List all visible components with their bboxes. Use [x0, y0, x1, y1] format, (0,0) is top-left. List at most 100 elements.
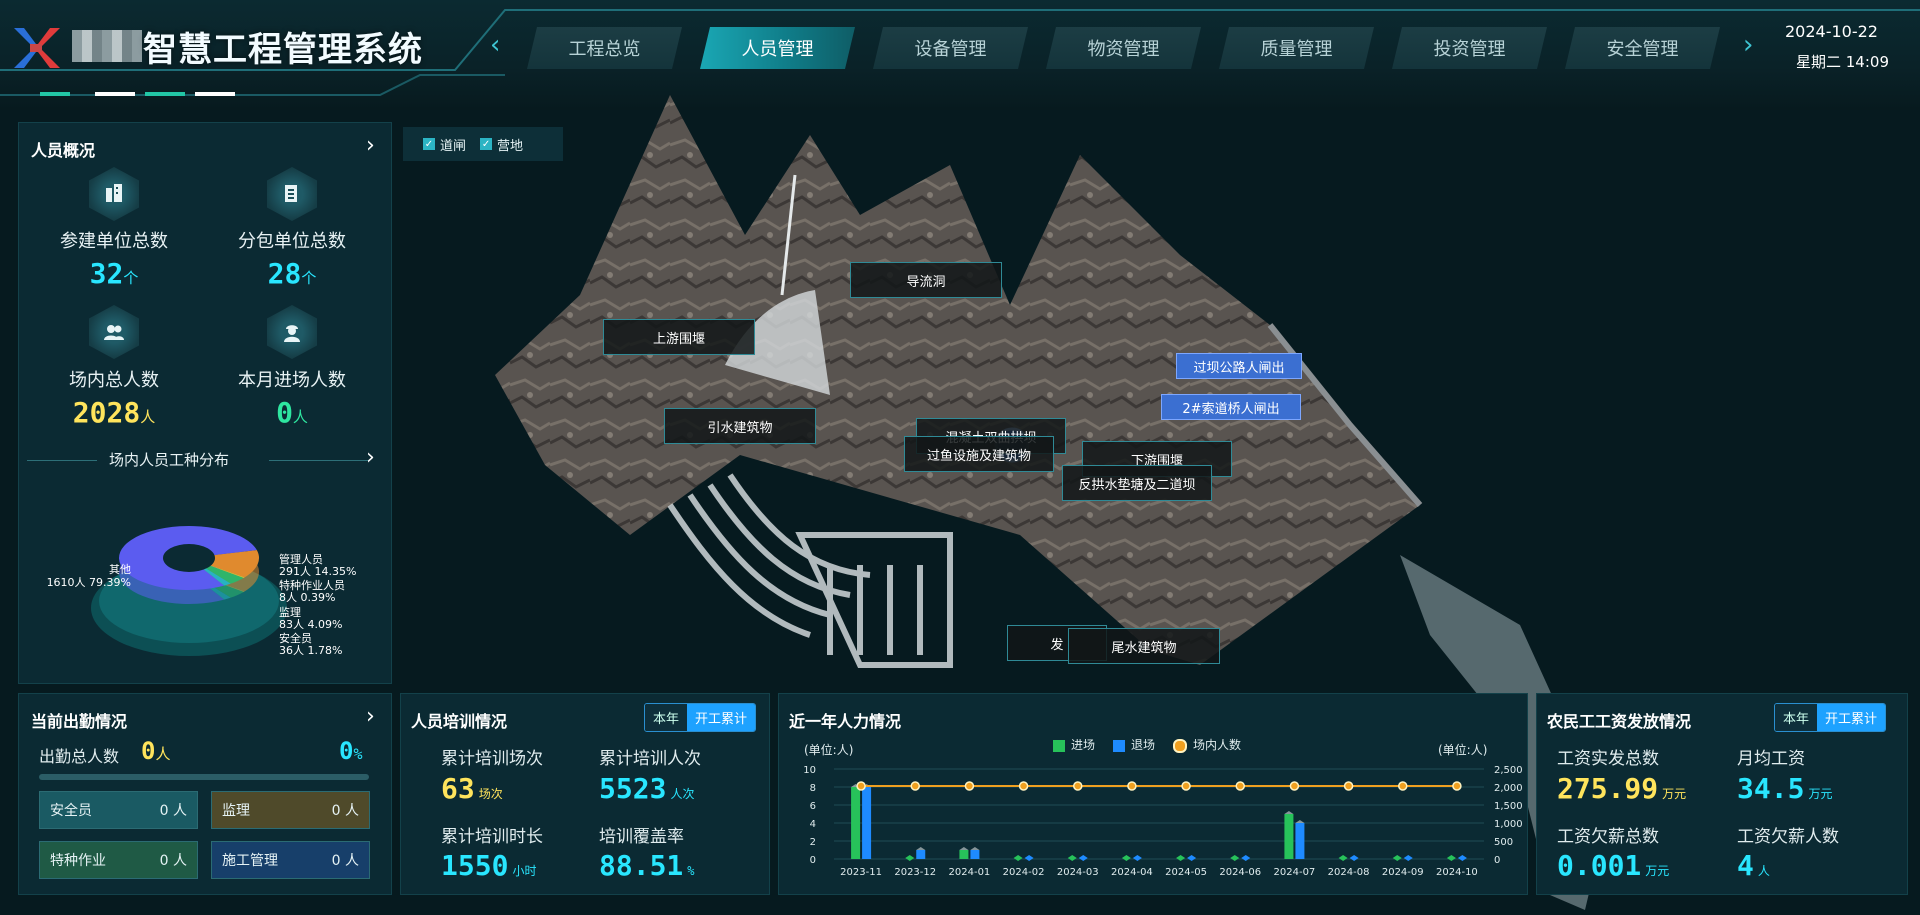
chip-special-ops[interactable]: 特种作业 0 人 — [39, 841, 198, 879]
distribution-title: 场内人员工种分布 — [109, 451, 230, 469]
tab-engineering-overview[interactable]: 工程总览 — [527, 27, 682, 69]
bar-zero-marker[interactable] — [1067, 855, 1077, 861]
map-label-plunge-pool[interactable]: 反拱水垫塘及二道坝 — [1062, 465, 1212, 501]
training-title: 人员培训情况 — [411, 712, 508, 731]
bar-zero-marker[interactable] — [1446, 855, 1456, 861]
y-right-tick-label: 2,500 — [1494, 765, 1523, 776]
bar-cap — [970, 847, 980, 850]
wages-paid-value: 275.99 万元 — [1557, 772, 1686, 805]
tab-investment[interactable]: 投资管理 — [1392, 27, 1547, 69]
onsite-point[interactable] — [964, 781, 975, 791]
nav-prev-arrow-icon[interactable]: ‹ — [490, 30, 500, 60]
bar-in[interactable] — [1284, 814, 1294, 859]
x-tick-label: 2024-08 — [1328, 867, 1370, 878]
tab-materials[interactable]: 物资管理 — [1046, 27, 1201, 69]
map-label-tailrace[interactable]: 尾水建筑物 — [1068, 628, 1220, 664]
bar-zero-marker[interactable] — [1187, 855, 1197, 861]
map-label-diversion-tunnel[interactable]: 导流洞 — [850, 262, 1002, 298]
overview-more-chevron-icon[interactable]: › — [366, 133, 375, 158]
bar-zero-marker[interactable] — [1013, 855, 1023, 861]
filter-barrier[interactable]: ✓ 道闸 — [423, 135, 466, 154]
y-right-tick-label: 2,000 — [1494, 783, 1523, 794]
current-weekday-time: 星期二 14:09 — [1796, 53, 1889, 71]
onsite-point[interactable] — [856, 781, 866, 791]
bar-zero-marker[interactable] — [1132, 855, 1142, 861]
subcontract-units-unit: 个 — [301, 269, 317, 287]
bar-in[interactable] — [959, 850, 969, 859]
wages-monthly-value: 34.5 万元 — [1737, 772, 1832, 805]
blurred-company-name — [72, 30, 142, 62]
bar-in[interactable] — [851, 787, 861, 859]
wages-arrears-people-label: 工资欠薪人数 — [1737, 827, 1839, 847]
chip-construction-mgmt-label: 施工管理 — [222, 853, 278, 869]
bar-zero-marker[interactable] — [1024, 855, 1034, 861]
nav-next-arrow-icon[interactable]: › — [1743, 30, 1753, 60]
chip-construction-mgmt[interactable]: 施工管理 0 人 — [211, 841, 370, 879]
tab-equipment[interactable]: 设备管理 — [873, 27, 1028, 69]
distribution-more-chevron-icon[interactable]: › — [366, 445, 375, 470]
onsite-point[interactable] — [1127, 781, 1137, 791]
x-tick-label: 2024-02 — [1003, 867, 1045, 878]
chip-supervision[interactable]: 监理 0 人 — [211, 791, 370, 829]
pie-label-safety-officer: 安全员 36人 1.78% — [279, 633, 342, 657]
bar-out[interactable] — [916, 850, 926, 859]
y-left-tick-label: 8 — [810, 783, 816, 794]
onsite-point[interactable] — [1452, 781, 1462, 791]
y-right-tick-label: 1,000 — [1494, 819, 1523, 830]
attendance-percent-value: 0 — [339, 737, 354, 765]
tab-personnel[interactable]: 人员管理 — [700, 27, 855, 69]
x-tick-label: 2024-01 — [949, 867, 991, 878]
bar-zero-marker[interactable] — [1176, 855, 1186, 861]
bar-out[interactable] — [862, 787, 872, 859]
training-attendees-label: 累计培训人次 — [599, 749, 701, 769]
monthly-entry-unit: 人 — [292, 408, 308, 426]
wages-monthly-number: 34.5 — [1737, 772, 1805, 805]
onsite-total-unit: 人 — [140, 408, 156, 426]
stat-value-participating-units: 32个 — [29, 257, 199, 290]
bar-zero-marker[interactable] — [1078, 855, 1088, 861]
bar-zero-marker[interactable] — [905, 855, 915, 861]
onsite-point[interactable] — [1073, 781, 1083, 791]
bar-zero-marker[interactable] — [1338, 855, 1348, 861]
map-label-upstream-cofferdam[interactable]: 上游围堰 — [603, 319, 755, 355]
bar-zero-marker[interactable] — [1230, 855, 1240, 861]
onsite-point[interactable] — [910, 781, 920, 791]
wages-toggle-cumulative[interactable]: 开工累计 — [1817, 704, 1886, 731]
onsite-point[interactable] — [1235, 781, 1245, 791]
map-label-water-intake[interactable]: 引水建筑物 — [664, 408, 816, 444]
bar-out[interactable] — [1295, 823, 1305, 859]
training-attendees-unit: 人次 — [670, 787, 695, 801]
participating-units-unit: 个 — [123, 269, 139, 287]
bar-out[interactable] — [970, 850, 980, 859]
onsite-point[interactable] — [1181, 781, 1191, 791]
attendance-more-chevron-icon[interactable]: › — [366, 704, 375, 729]
onsite-point[interactable] — [1343, 781, 1354, 791]
training-attendees-number: 5523 — [599, 772, 667, 805]
bar-zero-marker[interactable] — [1241, 855, 1251, 861]
bar-zero-marker[interactable] — [1403, 855, 1413, 861]
onsite-point[interactable] — [1289, 781, 1300, 791]
training-coverage-unit: % — [687, 864, 695, 878]
checkbox-checked-icon[interactable]: ✓ — [423, 138, 435, 150]
filter-camp[interactable]: ✓ 营地 — [480, 135, 523, 154]
bar-zero-marker[interactable] — [1392, 855, 1402, 861]
wages-toggle-year[interactable]: 本年 — [1775, 704, 1818, 731]
bar-zero-marker[interactable] — [1457, 855, 1467, 861]
training-toggle-year[interactable]: 本年 — [645, 704, 688, 731]
map-label-gate-road[interactable]: 过坝公路人闸出 — [1176, 353, 1302, 379]
training-toggle-cumulative[interactable]: 开工累计 — [687, 704, 756, 731]
onsite-point[interactable] — [1398, 781, 1408, 791]
pie-label-other-value: 1610人 79.39% — [46, 576, 131, 589]
checkbox-checked-icon[interactable]: ✓ — [480, 138, 493, 150]
bar-cap — [916, 847, 926, 850]
bar-zero-marker[interactable] — [1349, 855, 1359, 861]
tab-safety[interactable]: 安全管理 — [1565, 27, 1720, 69]
stat-value-monthly-entry: 0人 — [207, 396, 377, 429]
chip-safety-officer[interactable]: 安全员 0 人 — [39, 791, 198, 829]
map-label-gate-bridge[interactable]: 2#索道桥人闸出 — [1161, 394, 1301, 420]
onsite-point[interactable] — [1018, 781, 1029, 791]
tab-quality[interactable]: 质量管理 — [1219, 27, 1374, 69]
bar-zero-marker[interactable] — [1121, 855, 1131, 861]
divider-right — [269, 460, 369, 461]
map-label-fish-passage[interactable]: 过鱼设施及建筑物 — [904, 436, 1054, 472]
